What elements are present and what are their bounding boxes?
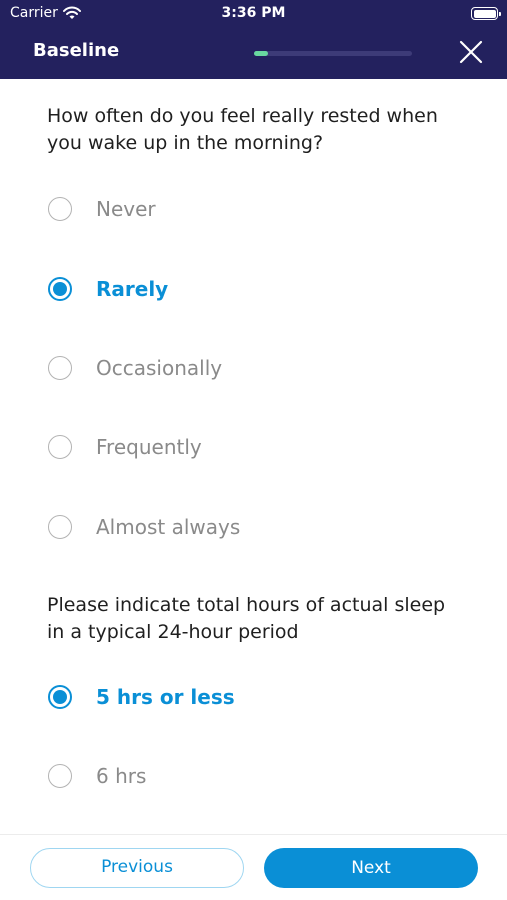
status-time: 3:36 PM — [221, 5, 286, 21]
survey-content[interactable]: How often do you feel really rested when… — [0, 79, 507, 834]
radio-button[interactable] — [48, 764, 72, 788]
option-label: Occasionally — [96, 356, 223, 380]
radio-button[interactable] — [48, 685, 72, 709]
status-bar: Carrier 3:36 PM — [0, 0, 507, 28]
option-6-hrs[interactable]: 6 hrs — [47, 754, 467, 798]
option-never[interactable]: Never — [47, 187, 467, 231]
question-rested: How often do you feel really rested when… — [47, 105, 438, 154]
option-label: 6 hrs — [96, 764, 147, 788]
radio-button[interactable] — [48, 515, 72, 539]
footer-bar: Previous Next — [0, 834, 507, 900]
close-icon[interactable] — [459, 40, 483, 64]
battery-icon — [471, 7, 501, 20]
option-label: Never — [96, 197, 156, 221]
progress-bar — [254, 51, 412, 56]
progress-bar-fill — [254, 51, 269, 56]
option-label: 5 hrs or less — [96, 685, 235, 709]
option-rarely[interactable]: Rarely — [47, 267, 467, 311]
option-frequently[interactable]: Frequently — [47, 425, 467, 469]
previous-button[interactable]: Previous — [30, 848, 244, 888]
next-button[interactable]: Next — [264, 848, 478, 888]
radio-button[interactable] — [48, 197, 72, 221]
radio-button[interactable] — [48, 356, 72, 380]
page-title: Baseline — [33, 40, 120, 61]
option-5-hrs-or-less[interactable]: 5 hrs or less — [47, 675, 467, 719]
radio-button[interactable] — [48, 435, 72, 459]
option-label: Rarely — [96, 277, 169, 301]
option-occasionally[interactable]: Occasionally — [47, 346, 467, 390]
question-sleep-hours: Please indicate total hours of actual sl… — [47, 594, 446, 643]
option-almost-always[interactable]: Almost always — [47, 505, 467, 549]
option-label: Almost always — [96, 515, 241, 539]
option-label: Frequently — [96, 435, 202, 459]
nav-header: Carrier 3:36 PM Baseline — [0, 0, 507, 79]
radio-button[interactable] — [48, 277, 72, 301]
